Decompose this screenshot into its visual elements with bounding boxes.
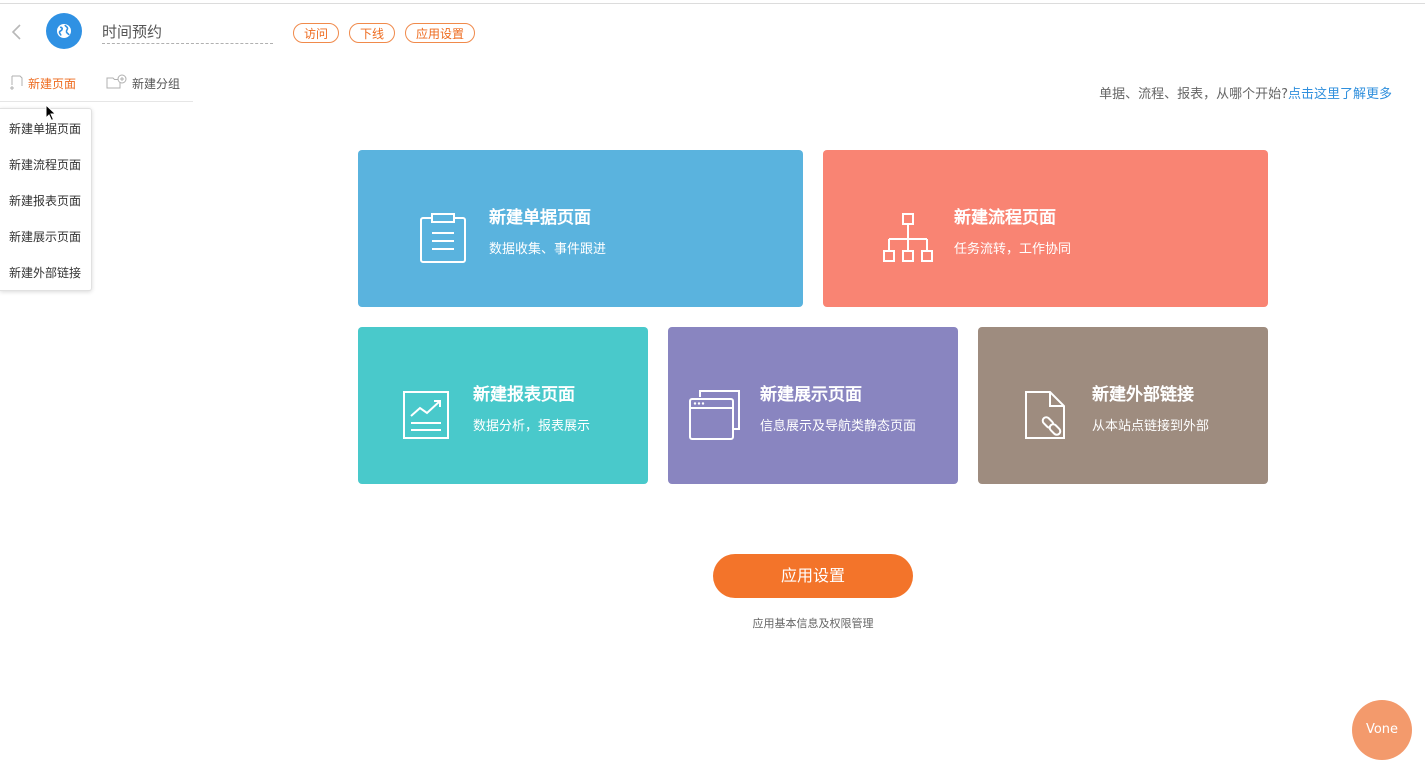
new-folder-icon	[106, 74, 127, 89]
card-title: 新建流程页面	[954, 208, 1056, 228]
help-question: 单据、流程、报表，从哪个开始?	[1099, 87, 1288, 102]
dropdown-item-flow-page[interactable]: 新建流程页面	[9, 156, 81, 173]
globe-icon	[57, 24, 71, 38]
chart-icon	[403, 391, 449, 439]
app-settings-description: 应用基本信息及权限管理	[752, 617, 874, 630]
card-subtitle: 信息展示及导航类静态页面	[760, 419, 917, 434]
back-button[interactable]	[6, 20, 28, 44]
new-page-icon	[10, 75, 23, 90]
card-title: 新建报表页面	[473, 385, 575, 405]
app-settings-button[interactable]: 应用设置	[405, 23, 475, 43]
file-link-icon	[1025, 391, 1065, 439]
app-icon	[46, 13, 82, 49]
card-flow-page[interactable]: 新建流程页面 任务流转，工作协同	[823, 150, 1268, 307]
dropdown-item-form-page[interactable]: 新建单据页面	[9, 120, 81, 137]
new-page-tab[interactable]: 新建页面	[9, 72, 89, 96]
card-subtitle: 任务流转，工作协同	[954, 242, 1072, 257]
chevron-left-icon	[11, 24, 21, 40]
card-external-link[interactable]: 新建外部链接 从本站点链接到外部	[978, 327, 1268, 484]
vone-button[interactable]: Vone	[1352, 700, 1412, 760]
dropdown-item-report-page[interactable]: 新建报表页面	[9, 192, 81, 209]
new-page-label: 新建页面	[28, 77, 77, 91]
new-group-tab[interactable]: 新建分组	[106, 72, 186, 96]
card-form-page[interactable]: 新建单据页面 数据收集、事件跟进	[358, 150, 803, 307]
card-subtitle: 数据收集、事件跟进	[489, 242, 607, 257]
offline-button[interactable]: 下线	[349, 23, 395, 43]
card-subtitle: 数据分析，报表展示	[473, 419, 591, 434]
help-link[interactable]: 点击这里了解更多	[1288, 87, 1392, 102]
nav-divider	[0, 101, 193, 102]
clipboard-icon	[420, 213, 466, 263]
windows-icon	[689, 390, 740, 440]
app-title[interactable]: 时间预约	[102, 21, 273, 44]
card-subtitle: 从本站点链接到外部	[1092, 419, 1210, 434]
dropdown-item-display-page[interactable]: 新建展示页面	[9, 228, 81, 245]
dropdown-item-external-link[interactable]: 新建外部链接	[9, 264, 81, 281]
visit-button[interactable]: 访问	[293, 23, 339, 43]
card-display-page[interactable]: 新建展示页面 信息展示及导航类静态页面	[668, 327, 958, 484]
card-title: 新建单据页面	[489, 208, 591, 228]
help-text: 单据、流程、报表，从哪个开始?点击这里了解更多	[1099, 83, 1392, 102]
mouse-cursor-icon	[45, 104, 57, 122]
card-title: 新建展示页面	[760, 385, 862, 405]
card-title: 新建外部链接	[1092, 385, 1194, 405]
card-report-page[interactable]: 新建报表页面 数据分析，报表展示	[358, 327, 648, 484]
new-page-dropdown: 新建单据页面 新建流程页面 新建报表页面 新建展示页面 新建外部链接	[0, 108, 92, 291]
flowchart-icon	[883, 213, 933, 262]
app-settings-main-button[interactable]: 应用设置	[713, 554, 913, 598]
new-group-label: 新建分组	[132, 77, 181, 91]
top-border	[0, 3, 1425, 4]
